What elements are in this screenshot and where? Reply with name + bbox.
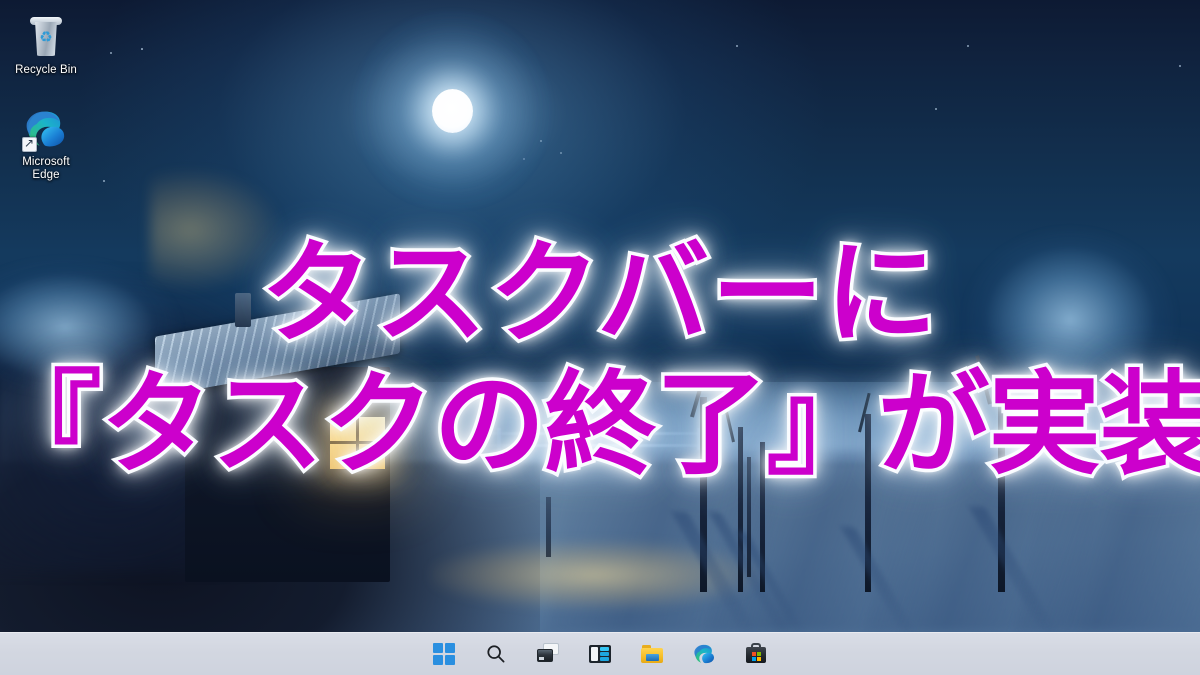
taskbar bbox=[0, 632, 1200, 675]
desktop-icon-label: Recycle Bin bbox=[15, 64, 77, 76]
star bbox=[736, 45, 738, 47]
window-mullion-horizontal bbox=[330, 441, 385, 444]
desktop-icon-microsoft-edge[interactable]: Microsoft Edge bbox=[6, 106, 86, 182]
store-button[interactable] bbox=[736, 636, 776, 672]
fence-stake bbox=[546, 497, 551, 557]
star bbox=[103, 180, 105, 182]
star bbox=[523, 158, 525, 160]
task-view-button[interactable] bbox=[528, 636, 568, 672]
window-light-spill bbox=[150, 170, 380, 340]
widgets-icon bbox=[588, 642, 612, 666]
taskbar-items bbox=[424, 636, 776, 672]
search-icon bbox=[487, 645, 505, 663]
star bbox=[110, 52, 112, 54]
start-button[interactable] bbox=[424, 636, 464, 672]
frosty-bush-right bbox=[960, 225, 1200, 415]
cabin-window bbox=[330, 417, 385, 469]
star bbox=[141, 48, 143, 50]
moon-icon bbox=[432, 89, 473, 133]
file-explorer-button[interactable] bbox=[632, 636, 672, 672]
star bbox=[560, 152, 562, 154]
bare-tree bbox=[747, 457, 751, 577]
shopping-bag-icon bbox=[744, 642, 768, 666]
edge-button[interactable] bbox=[684, 636, 724, 672]
desktop-wallpaper bbox=[0, 0, 1200, 632]
desktop-screen: ♻ Recycle Bin ↗ Microsoft Edge タスクバーに 『タ… bbox=[0, 0, 1200, 675]
desktop-icon-recycle-bin[interactable]: ♻ Recycle Bin bbox=[6, 14, 86, 77]
widgets-button[interactable] bbox=[580, 636, 620, 672]
shortcut-arrow-icon bbox=[22, 136, 37, 152]
edge-icon bbox=[693, 644, 714, 663]
desktop-icon-label-line1: Microsoft bbox=[22, 156, 70, 168]
edge-icon bbox=[22, 106, 70, 154]
desktop-icon-label-line2: Edge bbox=[32, 169, 60, 181]
field-furrow bbox=[1015, 452, 1200, 632]
windows-logo-icon bbox=[433, 643, 455, 665]
star bbox=[540, 140, 542, 142]
cabin-body bbox=[185, 367, 390, 582]
search-button[interactable] bbox=[476, 636, 516, 672]
star bbox=[1179, 65, 1181, 67]
fence-post bbox=[598, 428, 602, 450]
star bbox=[967, 45, 969, 47]
folder-icon bbox=[640, 642, 664, 666]
cabin bbox=[155, 293, 445, 595]
task-view-icon bbox=[536, 642, 560, 666]
recycle-bin-icon: ♻ bbox=[22, 14, 70, 62]
star bbox=[935, 108, 937, 110]
